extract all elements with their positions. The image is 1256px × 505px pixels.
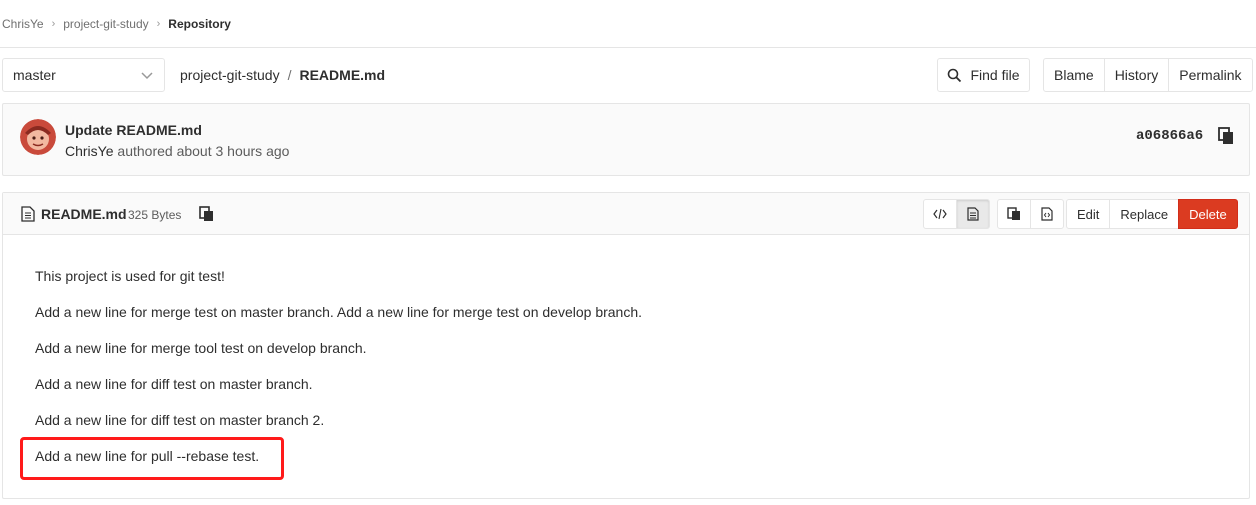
file-size: 325 Bytes: [128, 208, 182, 222]
file-actions-group: Blame History Permalink: [1043, 58, 1253, 92]
delete-button[interactable]: Delete: [1178, 199, 1238, 229]
avatar[interactable]: [20, 119, 56, 155]
readme-paragraph: This project is used for git test!: [35, 268, 225, 284]
file-text-icon: [967, 207, 979, 221]
commit-author-link[interactable]: ChrisYe: [65, 143, 117, 159]
open-raw-button[interactable]: [1030, 199, 1064, 229]
file-tools-group: [997, 199, 1064, 229]
search-icon: [948, 68, 962, 82]
code-icon: [933, 208, 947, 220]
replace-button[interactable]: Replace: [1109, 199, 1180, 229]
file-path: project-git-study / README.md: [180, 58, 385, 92]
display-source-button[interactable]: [923, 199, 957, 229]
tree-controls: master project-git-study / README.md Fin…: [0, 58, 1256, 92]
path-separator: /: [287, 67, 292, 83]
readme-paragraph: Add a new line for diff test on master b…: [35, 376, 313, 392]
breadcrumb: ChrisYe › project-git-study › Repository: [0, 0, 1256, 48]
breadcrumb-repository[interactable]: Repository: [168, 17, 231, 31]
readme-paragraph: Add a new line for merge tool test on de…: [35, 340, 367, 356]
file-code-icon: [1041, 207, 1053, 221]
permalink-button[interactable]: Permalink: [1168, 58, 1253, 92]
commit-sha-link[interactable]: a06866a6: [1136, 128, 1203, 144]
branch-dropdown[interactable]: master: [2, 58, 165, 92]
display-rendered-button[interactable]: [956, 199, 990, 229]
copy-sha-icon[interactable]: [1218, 127, 1234, 145]
file-text-icon: [21, 206, 35, 222]
copy-icon: [1007, 207, 1020, 220]
commit-authored-text: authored about 3 hours ago: [117, 143, 290, 159]
file-holder: README.md 325 Bytes Edit Replace Delete …: [2, 192, 1250, 499]
file-header: README.md 325 Bytes Edit Replace Delete: [3, 193, 1249, 235]
readme-paragraph: Add a new line for diff test on master b…: [35, 412, 325, 428]
viewer-switcher: [923, 199, 990, 229]
edit-actions-group: Edit Replace Delete: [1066, 199, 1238, 229]
commit-title-link[interactable]: Update README.md: [65, 122, 202, 138]
chevron-down-icon: [141, 72, 153, 80]
blame-button[interactable]: Blame: [1043, 58, 1105, 92]
branch-name: master: [13, 67, 56, 83]
readme-paragraph: Add a new line for merge test on master …: [35, 304, 643, 320]
file-name: README.md: [41, 206, 127, 222]
readme-paragraph: Add a new line for pull --rebase test.: [35, 448, 260, 464]
history-button[interactable]: History: [1103, 58, 1170, 92]
breadcrumb-project[interactable]: project-git-study: [63, 17, 148, 31]
commit-meta: ChrisYe authored about 3 hours ago: [65, 143, 289, 159]
edit-button[interactable]: Edit: [1066, 199, 1111, 229]
chevron-right-icon: ›: [51, 17, 56, 30]
copy-source-button[interactable]: [997, 199, 1031, 229]
path-project-link[interactable]: project-git-study: [180, 67, 280, 83]
readme-content: This project is used for git test! Add a…: [35, 267, 1235, 483]
path-file-link[interactable]: README.md: [299, 67, 385, 83]
chevron-right-icon: ›: [156, 17, 161, 30]
last-commit: Update README.md ChrisYe authored about …: [2, 103, 1250, 176]
find-file-button[interactable]: Find file: [937, 58, 1030, 92]
find-file-label: Find file: [970, 67, 1020, 83]
breadcrumb-user[interactable]: ChrisYe: [2, 17, 44, 31]
copy-file-path-icon[interactable]: [199, 206, 215, 222]
